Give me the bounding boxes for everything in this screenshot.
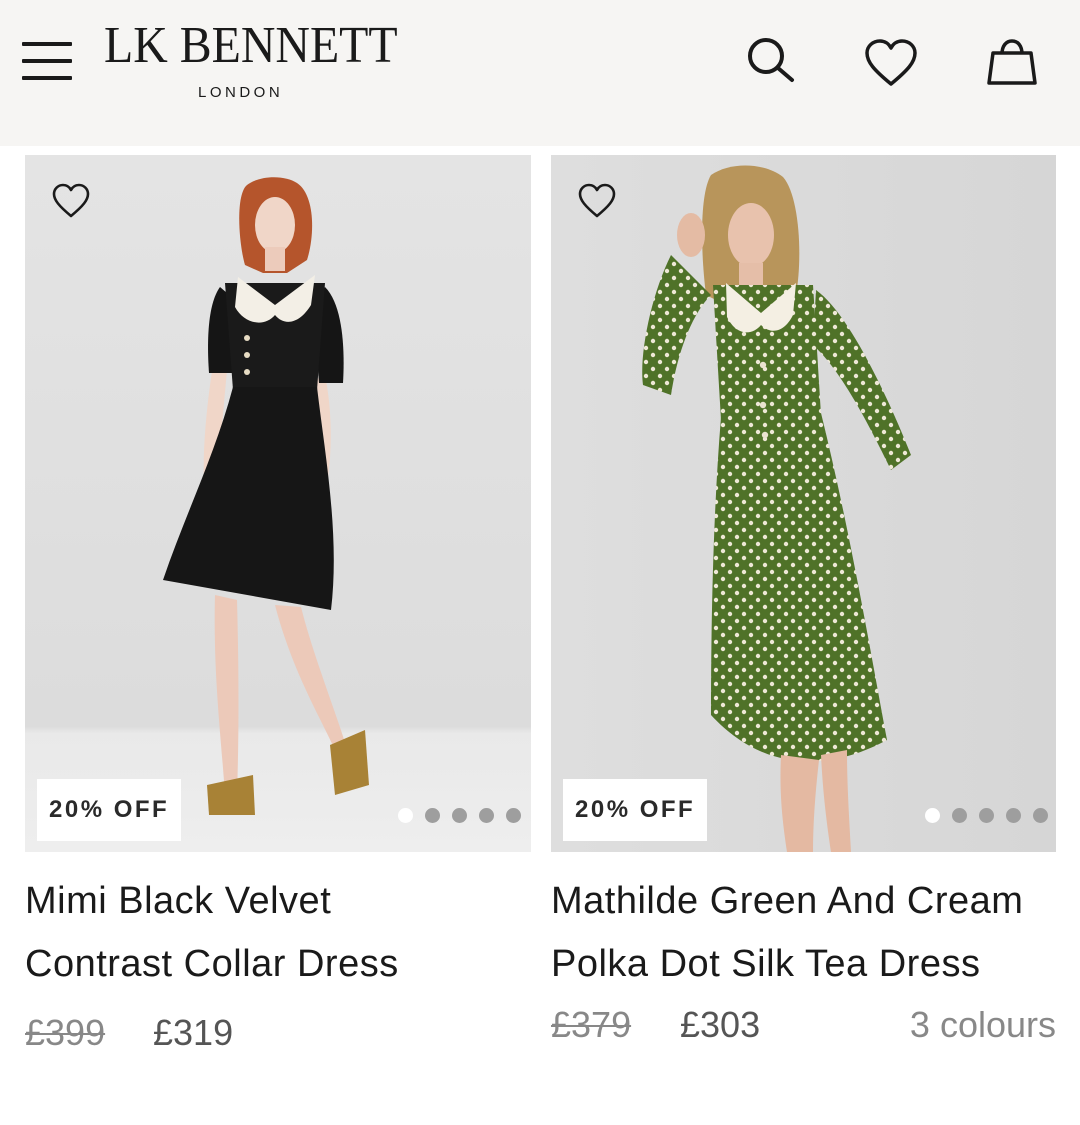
carousel-dot[interactable]: [952, 808, 967, 823]
price-row: £379 £303 3 colours: [551, 996, 1056, 1056]
sale-price: £303: [680, 1004, 761, 1045]
heart-icon: [578, 183, 616, 218]
discount-badge: 20% OFF: [563, 779, 708, 841]
product-image[interactable]: 20% OFF: [25, 155, 531, 852]
image-carousel-dots: [398, 808, 521, 824]
bag-button[interactable]: [984, 36, 1040, 88]
discount-badge: 20% OFF: [37, 779, 182, 841]
logo-subtitle: LONDON: [198, 84, 284, 101]
product-card[interactable]: 20% OFF Mimi Black Velvet Contrast Colla…: [25, 155, 531, 1064]
carousel-dot[interactable]: [1033, 808, 1048, 823]
shopping-bag-icon: [987, 39, 1037, 85]
product-card[interactable]: 20% OFF Mathilde Green And Cream Polka D…: [551, 155, 1056, 1056]
search-icon: [748, 38, 794, 82]
add-to-wishlist-button[interactable]: [577, 183, 617, 223]
carousel-dot[interactable]: [1006, 808, 1021, 823]
heart-icon: [52, 183, 90, 218]
product-image[interactable]: 20% OFF: [551, 155, 1056, 852]
image-carousel-dots: [925, 808, 1048, 824]
product-photo: [25, 155, 531, 852]
carousel-dot[interactable]: [452, 808, 467, 823]
product-photo: [551, 155, 1056, 852]
colour-count[interactable]: 3 colours: [910, 1004, 1056, 1046]
product-name[interactable]: Mimi Black Velvet Contrast Collar Dress: [25, 870, 485, 996]
brand-logo[interactable]: LK BENNETT LONDON: [104, 17, 398, 110]
product-name[interactable]: Mathilde Green And Cream Polka Dot Silk …: [551, 870, 1041, 996]
hamburger-icon: [22, 42, 72, 46]
original-price: £399: [25, 1012, 106, 1053]
carousel-dot[interactable]: [925, 808, 940, 823]
add-to-wishlist-button[interactable]: [51, 183, 91, 223]
search-button[interactable]: [744, 34, 796, 86]
original-price: £379: [551, 1004, 632, 1045]
carousel-dot[interactable]: [398, 808, 413, 823]
carousel-dot[interactable]: [425, 808, 440, 823]
carousel-dot[interactable]: [479, 808, 494, 823]
menu-button[interactable]: [22, 42, 72, 84]
sale-price: £319: [153, 1012, 234, 1053]
carousel-dot[interactable]: [979, 808, 994, 823]
carousel-dot[interactable]: [506, 808, 521, 823]
wishlist-button[interactable]: [864, 38, 918, 88]
price-row: £399 £319: [25, 1004, 531, 1064]
heart-icon: [865, 39, 917, 86]
logo-wordmark: LK BENNETT: [104, 17, 398, 74]
site-header: LK BENNETT LONDON: [0, 0, 1080, 146]
